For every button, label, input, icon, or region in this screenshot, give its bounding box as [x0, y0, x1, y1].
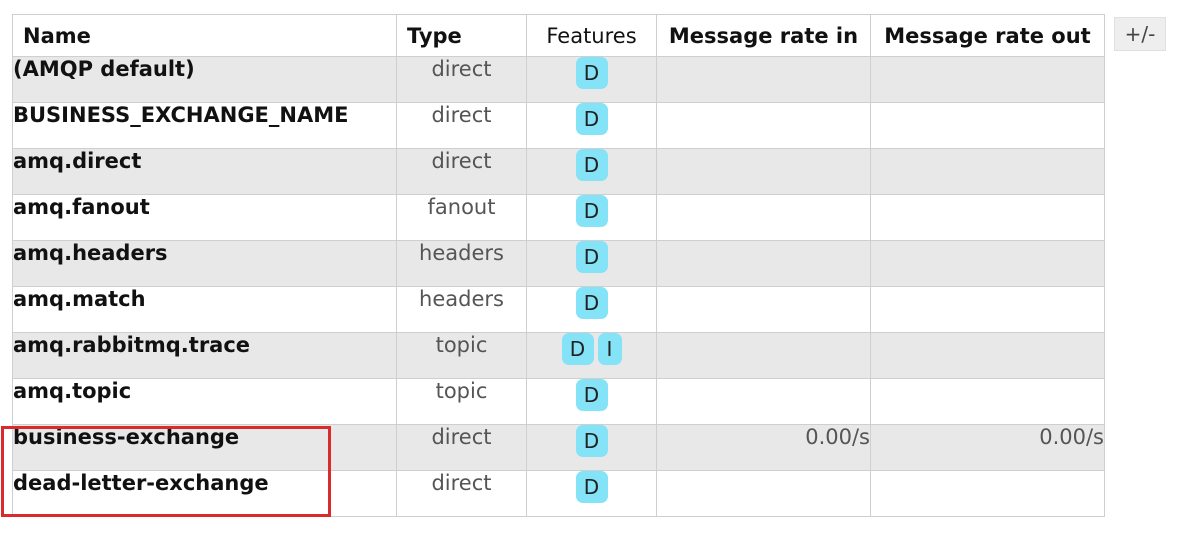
feature-badge-durable: D — [575, 103, 608, 135]
message-rate-in — [656, 148, 871, 195]
exchange-name-link[interactable]: dead-letter-exchange — [14, 472, 269, 496]
message-rate-in — [656, 194, 871, 241]
exchange-type: topic — [396, 332, 527, 379]
exchange-features: D — [526, 102, 657, 149]
message-rate-in — [656, 240, 871, 287]
table-row: amq.direct direct D — [12, 148, 1105, 195]
table-row: business-exchange direct D 0.00/s 0.00/s — [12, 424, 1105, 471]
exchange-features: D — [526, 194, 657, 241]
exchange-name-link[interactable]: amq.match — [14, 288, 146, 312]
exchange-features: D — [526, 286, 657, 333]
table-row: amq.topic topic D — [12, 378, 1105, 425]
exchange-type: direct — [396, 102, 527, 149]
table-row: (AMQP default) direct D — [12, 56, 1105, 103]
feature-badge-durable: D — [575, 149, 608, 181]
exchange-name-link[interactable]: amq.topic — [14, 380, 132, 404]
exchange-features: DI — [526, 332, 657, 379]
column-header-features: Features — [526, 14, 657, 57]
exchange-name-link[interactable]: amq.rabbitmq.trace — [14, 334, 251, 358]
exchange-type: topic — [396, 378, 527, 425]
column-header-message-rate-in: Message rate in — [656, 14, 871, 57]
column-header-message-rate-out: Message rate out — [870, 14, 1105, 57]
message-rate-out — [870, 148, 1105, 195]
table-row: amq.fanout fanout D — [12, 194, 1105, 241]
exchange-type: direct — [396, 470, 527, 517]
exchange-name-link[interactable]: amq.direct — [14, 150, 142, 174]
exchange-type: fanout — [396, 194, 527, 241]
toggle-columns-button[interactable]: +/- — [1114, 17, 1166, 51]
table-row: amq.headers headers D — [12, 240, 1105, 287]
message-rate-in — [656, 102, 871, 149]
exchanges-table-body: (AMQP default) direct D BUSINESS_EXCHANG… — [12, 56, 1105, 517]
exchange-features: D — [526, 470, 657, 517]
message-rate-in — [656, 470, 871, 517]
feature-badge-durable: D — [575, 425, 608, 457]
exchange-name-link[interactable]: amq.headers — [14, 242, 168, 266]
feature-badge-durable: D — [575, 379, 608, 411]
exchange-name-link[interactable]: BUSINESS_EXCHANGE_NAME — [14, 104, 349, 128]
exchanges-table: Name Type Features Message rate in Messa… — [12, 14, 1105, 517]
column-header-type[interactable]: Type — [396, 14, 527, 57]
exchange-features: D — [526, 424, 657, 471]
feature-badge-durable: D — [575, 471, 608, 503]
message-rate-out — [870, 470, 1105, 517]
exchange-name-link[interactable]: (AMQP default) — [14, 58, 195, 82]
exchange-type: direct — [396, 56, 527, 103]
message-rate-out — [870, 332, 1105, 379]
message-rate-in — [656, 56, 871, 103]
feature-badge-durable: D — [575, 241, 608, 273]
exchange-features: D — [526, 240, 657, 287]
table-row: amq.rabbitmq.trace topic DI — [12, 332, 1105, 379]
message-rate-out: 0.00/s — [870, 424, 1105, 471]
exchange-name-link[interactable]: business-exchange — [14, 426, 240, 450]
message-rate-out — [870, 102, 1105, 149]
table-row: amq.match headers D — [12, 286, 1105, 333]
exchange-name-link[interactable]: amq.fanout — [14, 196, 150, 220]
feature-badge-durable: D — [575, 195, 608, 227]
table-header-row: Name Type Features Message rate in Messa… — [12, 14, 1105, 57]
message-rate-out — [870, 378, 1105, 425]
exchange-features: D — [526, 148, 657, 195]
exchange-features: D — [526, 378, 657, 425]
exchange-type: headers — [396, 240, 527, 287]
feature-badge-durable: D — [561, 333, 594, 365]
table-row: dead-letter-exchange direct D — [12, 470, 1105, 517]
message-rate-out — [870, 194, 1105, 241]
message-rate-in: 0.00/s — [656, 424, 871, 471]
exchange-type: direct — [396, 424, 527, 471]
message-rate-out — [870, 240, 1105, 287]
table-row: BUSINESS_EXCHANGE_NAME direct D — [12, 102, 1105, 149]
exchange-type: direct — [396, 148, 527, 195]
exchanges-table-container: Name Type Features Message rate in Messa… — [12, 14, 1105, 517]
message-rate-in — [656, 378, 871, 425]
message-rate-in — [656, 332, 871, 379]
exchange-features: D — [526, 56, 657, 103]
feature-badge-durable: D — [575, 287, 608, 319]
message-rate-in — [656, 286, 871, 333]
column-header-name[interactable]: Name — [12, 14, 397, 57]
message-rate-out — [870, 56, 1105, 103]
feature-badge-internal: I — [597, 333, 622, 365]
message-rate-out — [870, 286, 1105, 333]
exchange-type: headers — [396, 286, 527, 333]
feature-badge-durable: D — [575, 57, 608, 89]
